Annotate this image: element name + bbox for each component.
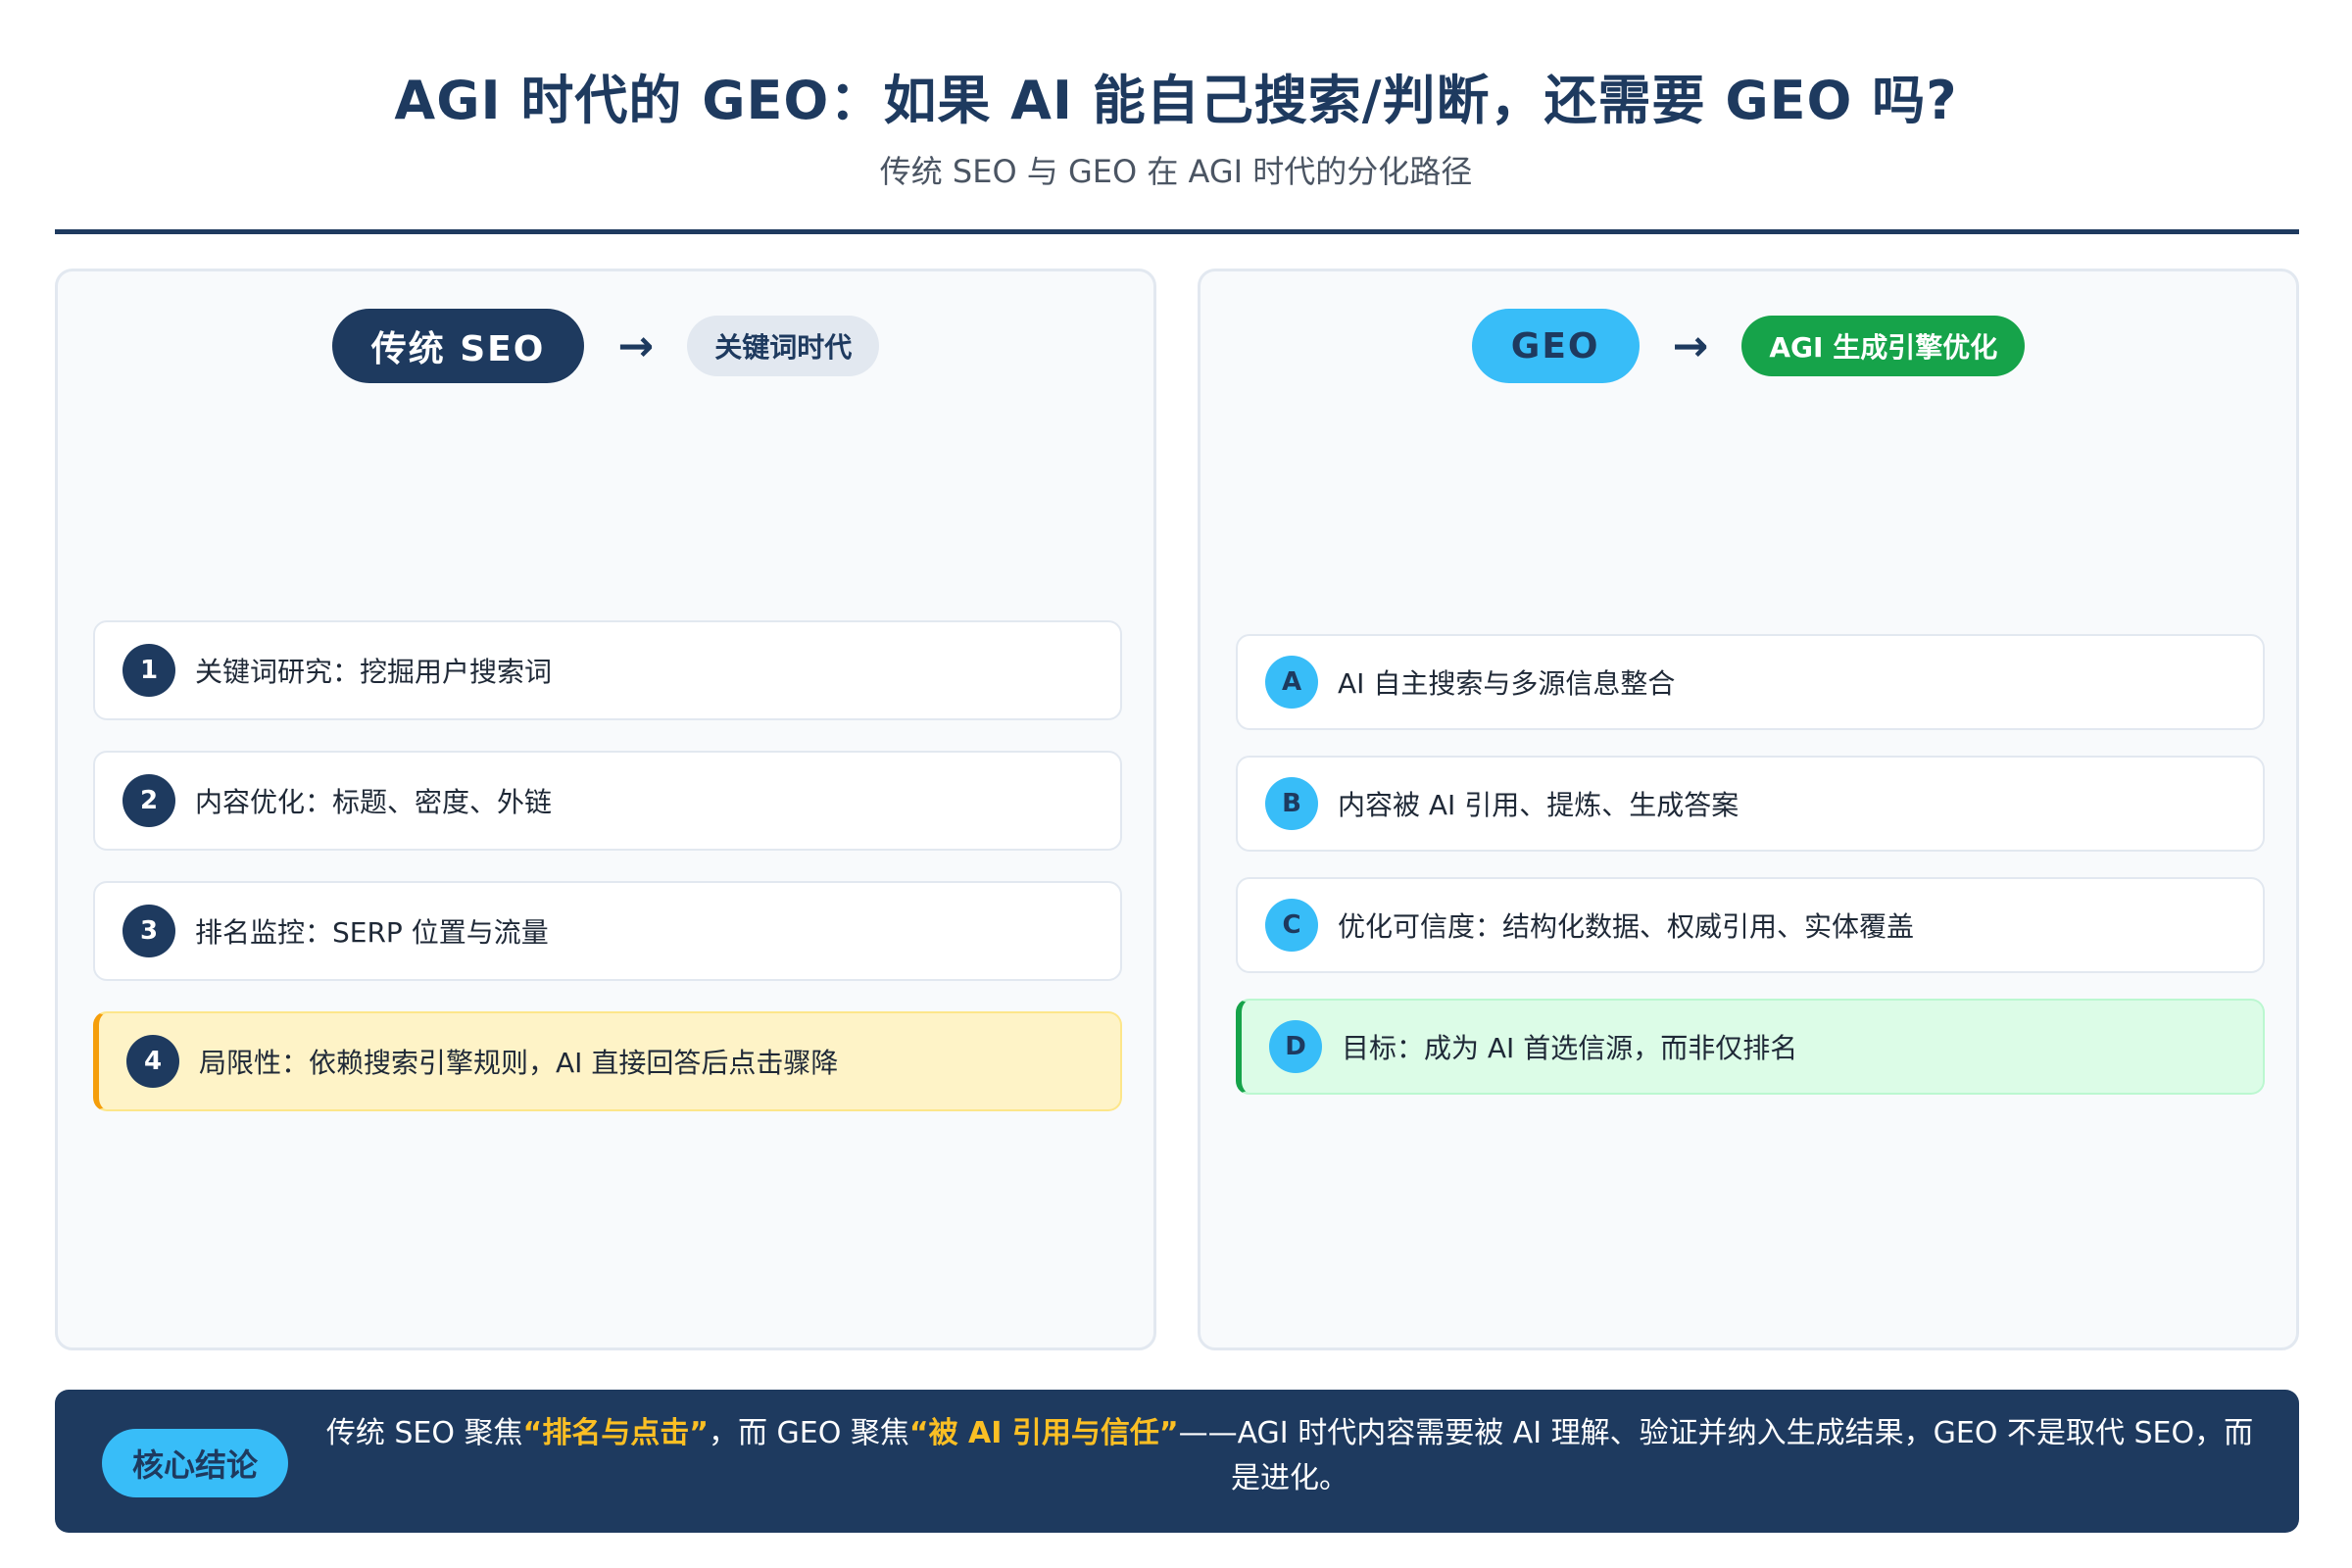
seo-step-3: 3 排名监控：SERP 位置与流量 bbox=[93, 881, 1122, 981]
seo-label-pill: 传统 SEO bbox=[331, 309, 585, 383]
step-number-badge: 2 bbox=[122, 774, 175, 827]
seo-panel-header: 传统 SEO → 关键词时代 bbox=[58, 309, 1153, 383]
agi-geo-pill: AGI 生成引擎优化 bbox=[1741, 316, 2026, 376]
conclusion-highlight-1: “排名与点击” bbox=[522, 1416, 709, 1450]
geo-panel-header: GEO → AGI 生成引擎优化 bbox=[1200, 309, 2296, 383]
right-arrow-icon: → bbox=[617, 320, 655, 371]
geo-step-text: 内容被 AI 引用、提炼、生成答案 bbox=[1338, 789, 1740, 821]
geo-step-text: AI 自主搜索与多源信息整合 bbox=[1338, 667, 1676, 700]
step-letter-badge: C bbox=[1265, 899, 1318, 952]
seo-step-text: 排名监控：SERP 位置与流量 bbox=[195, 916, 549, 949]
geo-step-b: B 内容被 AI 引用、提炼、生成答案 bbox=[1236, 756, 2265, 852]
conclusion-part-1: 传统 SEO 聚焦 bbox=[325, 1416, 523, 1450]
step-letter-badge: A bbox=[1265, 656, 1318, 709]
step-number-badge: 1 bbox=[122, 644, 175, 697]
keyword-era-pill: 关键词时代 bbox=[687, 316, 880, 376]
right-arrow-icon: → bbox=[1672, 320, 1709, 371]
seo-panel: 传统 SEO → 关键词时代 1 关键词研究：挖掘用户搜索词 2 内容优化：标题… bbox=[55, 269, 1156, 1350]
seo-step-2: 2 内容优化：标题、密度、外链 bbox=[93, 751, 1122, 851]
step-number-badge: 4 bbox=[126, 1035, 179, 1088]
seo-step-text: 关键词研究：挖掘用户搜索词 bbox=[195, 656, 553, 688]
seo-limitation-item: 4 局限性：依赖搜索引擎规则，AI 直接回答后点击骤降 bbox=[93, 1011, 1122, 1111]
page-title: AGI 时代的 GEO：如果 AI 能自己搜索/判断，还需要 GEO 吗? bbox=[394, 70, 1958, 131]
step-number-badge: 3 bbox=[122, 905, 175, 957]
seo-limitation-text: 局限性：依赖搜索引擎规则，AI 直接回答后点击骤降 bbox=[199, 1047, 839, 1079]
seo-step-text: 内容优化：标题、密度、外链 bbox=[195, 786, 553, 818]
page-subtitle: 传统 SEO 与 GEO 在 AGI 时代的分化路径 bbox=[879, 153, 1473, 190]
geo-goal-text: 目标：成为 AI 首选信源，而非仅排名 bbox=[1342, 1032, 1798, 1064]
step-letter-badge: D bbox=[1269, 1020, 1322, 1073]
geo-step-text: 优化可信度：结构化数据、权威引用、实体覆盖 bbox=[1338, 910, 1915, 943]
title-divider bbox=[55, 229, 2299, 234]
seo-step-1: 1 关键词研究：挖掘用户搜索词 bbox=[93, 620, 1122, 720]
geo-step-c: C 优化可信度：结构化数据、权威引用、实体覆盖 bbox=[1236, 877, 2265, 973]
conclusion-banner: 核心结论 传统 SEO 聚焦“排名与点击”，而 GEO 聚焦“被 AI 引用与信… bbox=[55, 1390, 2299, 1533]
geo-goal-item: D 目标：成为 AI 首选信源，而非仅排名 bbox=[1236, 999, 2265, 1095]
geo-panel: GEO → AGI 生成引擎优化 A AI 自主搜索与多源信息整合 B 内容被 … bbox=[1198, 269, 2299, 1350]
conclusion-highlight-2: “被 AI 引用与信任” bbox=[908, 1416, 1179, 1450]
conclusion-text: 传统 SEO 聚焦“排名与点击”，而 GEO 聚焦“被 AI 引用与信任”——A… bbox=[319, 1411, 2260, 1501]
conclusion-tag: 核心结论 bbox=[102, 1429, 288, 1497]
step-letter-badge: B bbox=[1265, 777, 1318, 830]
conclusion-part-3: ——AGI 时代内容需要被 AI 理解、验证并纳入生成结果，GEO 不是取代 S… bbox=[1178, 1416, 2254, 1495]
geo-step-a: A AI 自主搜索与多源信息整合 bbox=[1236, 634, 2265, 730]
conclusion-part-2: ，而 GEO 聚焦 bbox=[708, 1416, 909, 1450]
geo-label-pill: GEO bbox=[1471, 309, 1640, 383]
